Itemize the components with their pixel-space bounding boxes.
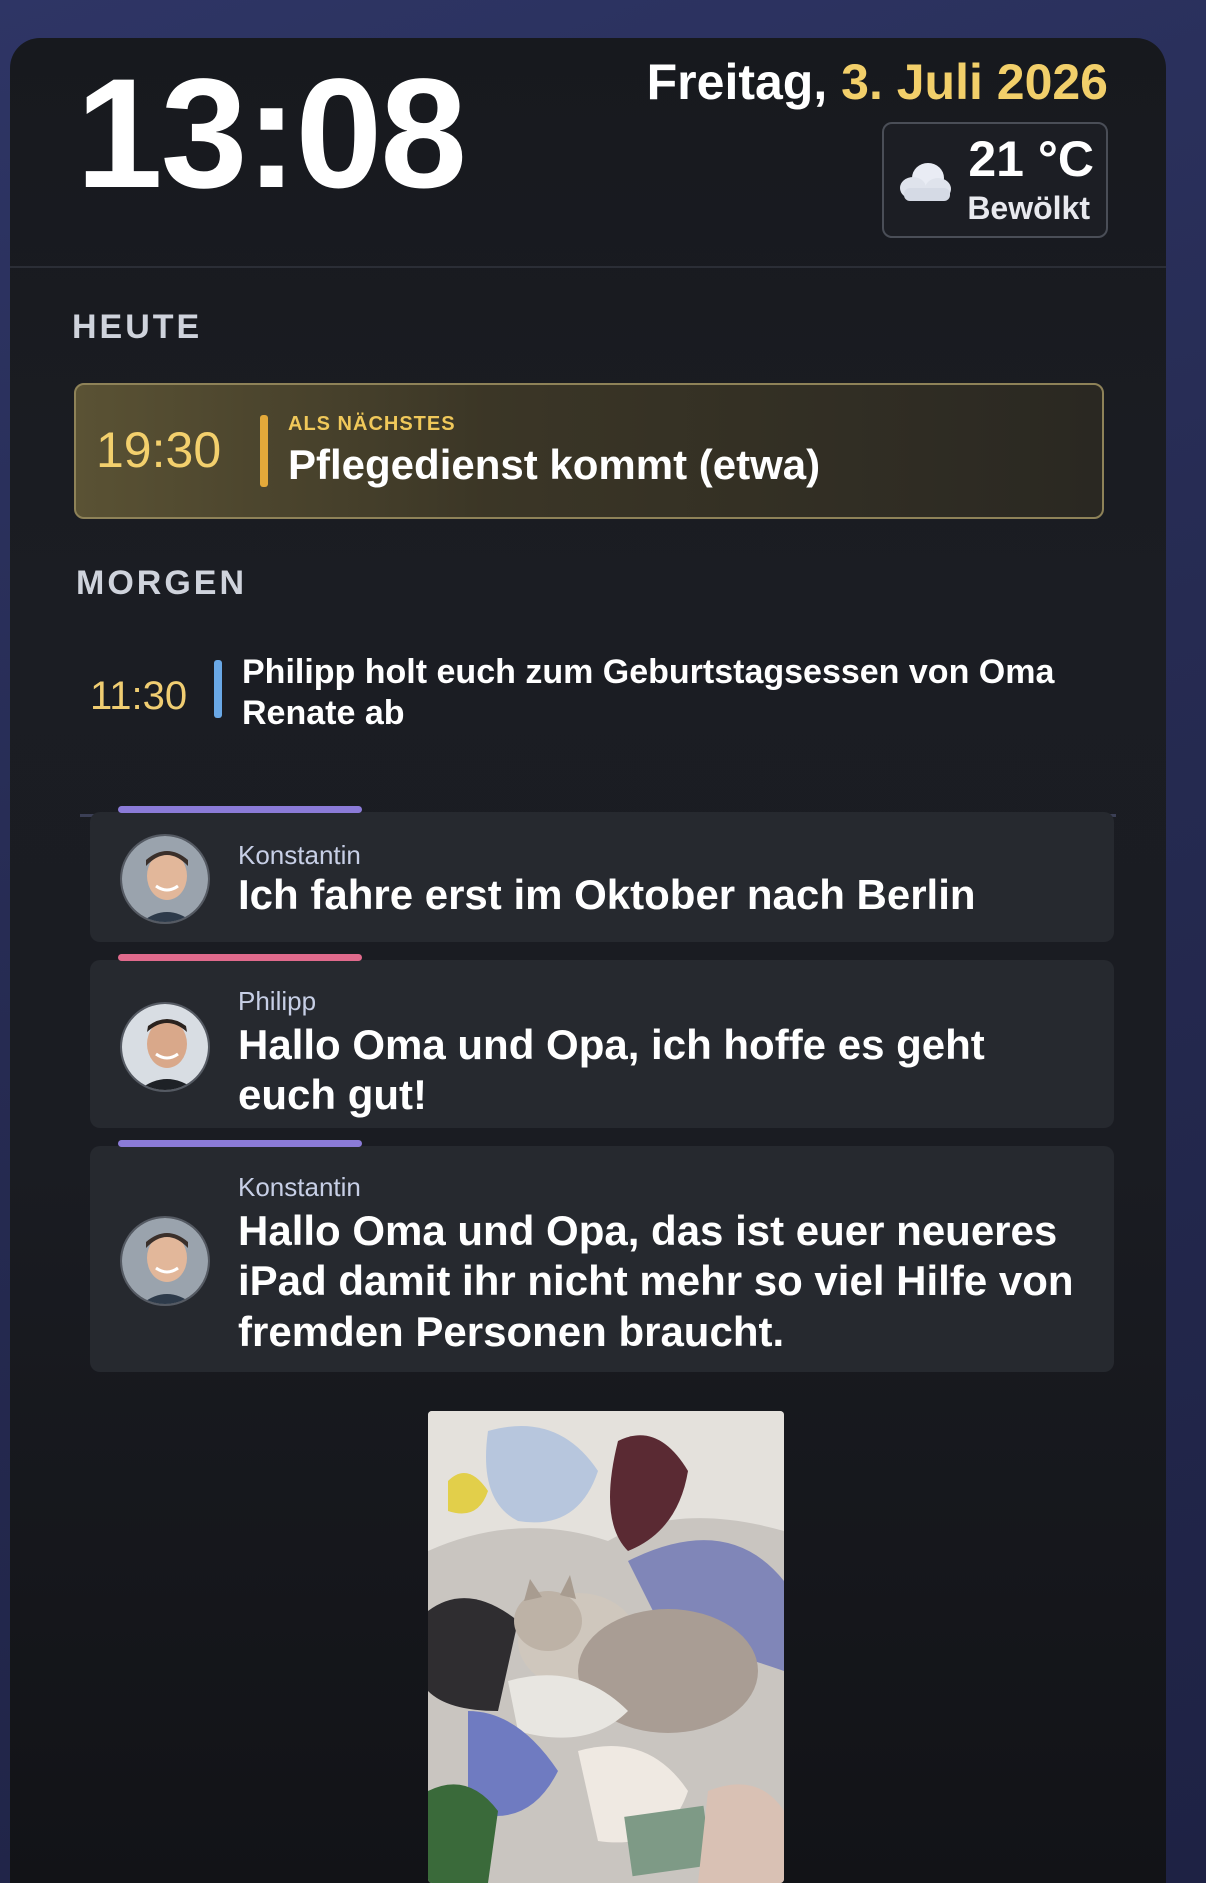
clock: 13:08 (76, 47, 467, 221)
next-event-card[interactable]: 19:30 ALS NÄCHSTES Pflegedienst kommt (e… (74, 383, 1104, 519)
message-text: Ich fahre erst im Oktober nach Berlin (238, 871, 976, 918)
message-sender: Konstantin (238, 1172, 361, 1202)
message-text: Hallo Oma und Opa, ich hoffe es geht euc… (238, 1021, 985, 1119)
message-card[interactable]: Konstantin Ich fahre erst im Oktober nac… (90, 806, 1114, 942)
tomorrow-event-bar (214, 660, 222, 718)
message-card[interactable]: Philipp Hallo Oma und Opa, ich hoffe es … (90, 954, 1114, 1128)
next-event-title: Pflegedienst kommt (etwa) (288, 441, 821, 488)
message-text: Hallo Oma und Opa, das ist euer neueres … (238, 1207, 1074, 1355)
next-event-caption: ALS NÄCHSTES (288, 413, 456, 435)
dashboard-screen: 13:08 Freitag, 3. Juli 2026 21 °C Bewölk… (10, 38, 1166, 1883)
avatar (120, 1002, 210, 1092)
cloud-icon (900, 163, 951, 201)
date-display: Freitag, 3. Juli 2026 (647, 52, 1108, 112)
tomorrow-event[interactable]: 11:30 Philipp holt euch zum Geburtstagse… (78, 646, 1108, 756)
weather-condition: Bewölkt (967, 190, 1090, 226)
message-accent-bar (118, 806, 362, 813)
section-label-tomorrow: MORGEN (76, 564, 247, 602)
section-label-today: HEUTE (72, 308, 203, 346)
date-weekday: Freitag, (646, 54, 828, 110)
header: 13:08 Freitag, 3. Juli 2026 21 °C Bewölk… (10, 38, 1166, 268)
message-sender: Philipp (238, 986, 317, 1016)
message-accent-bar (118, 954, 362, 961)
avatar (120, 1216, 210, 1306)
message-accent-bar (118, 1140, 362, 1147)
next-event-time: 19:30 (96, 422, 222, 478)
date-day: 3. Juli 2026 (841, 54, 1108, 110)
message-card[interactable]: Konstantin Hallo Oma und Opa, das ist eu… (90, 1140, 1114, 1372)
cat-photo[interactable] (428, 1411, 784, 1883)
message-sender: Konstantin (238, 840, 361, 870)
tomorrow-event-title: Philipp holt euch zum Geburtstagsessen v… (242, 653, 1055, 732)
avatar (120, 834, 210, 924)
weather-temperature: 21 °C (968, 131, 1094, 187)
weather-widget[interactable]: 21 °C Bewölkt (882, 122, 1108, 238)
tomorrow-event-time: 11:30 (90, 674, 188, 718)
next-event-bar (260, 415, 268, 487)
